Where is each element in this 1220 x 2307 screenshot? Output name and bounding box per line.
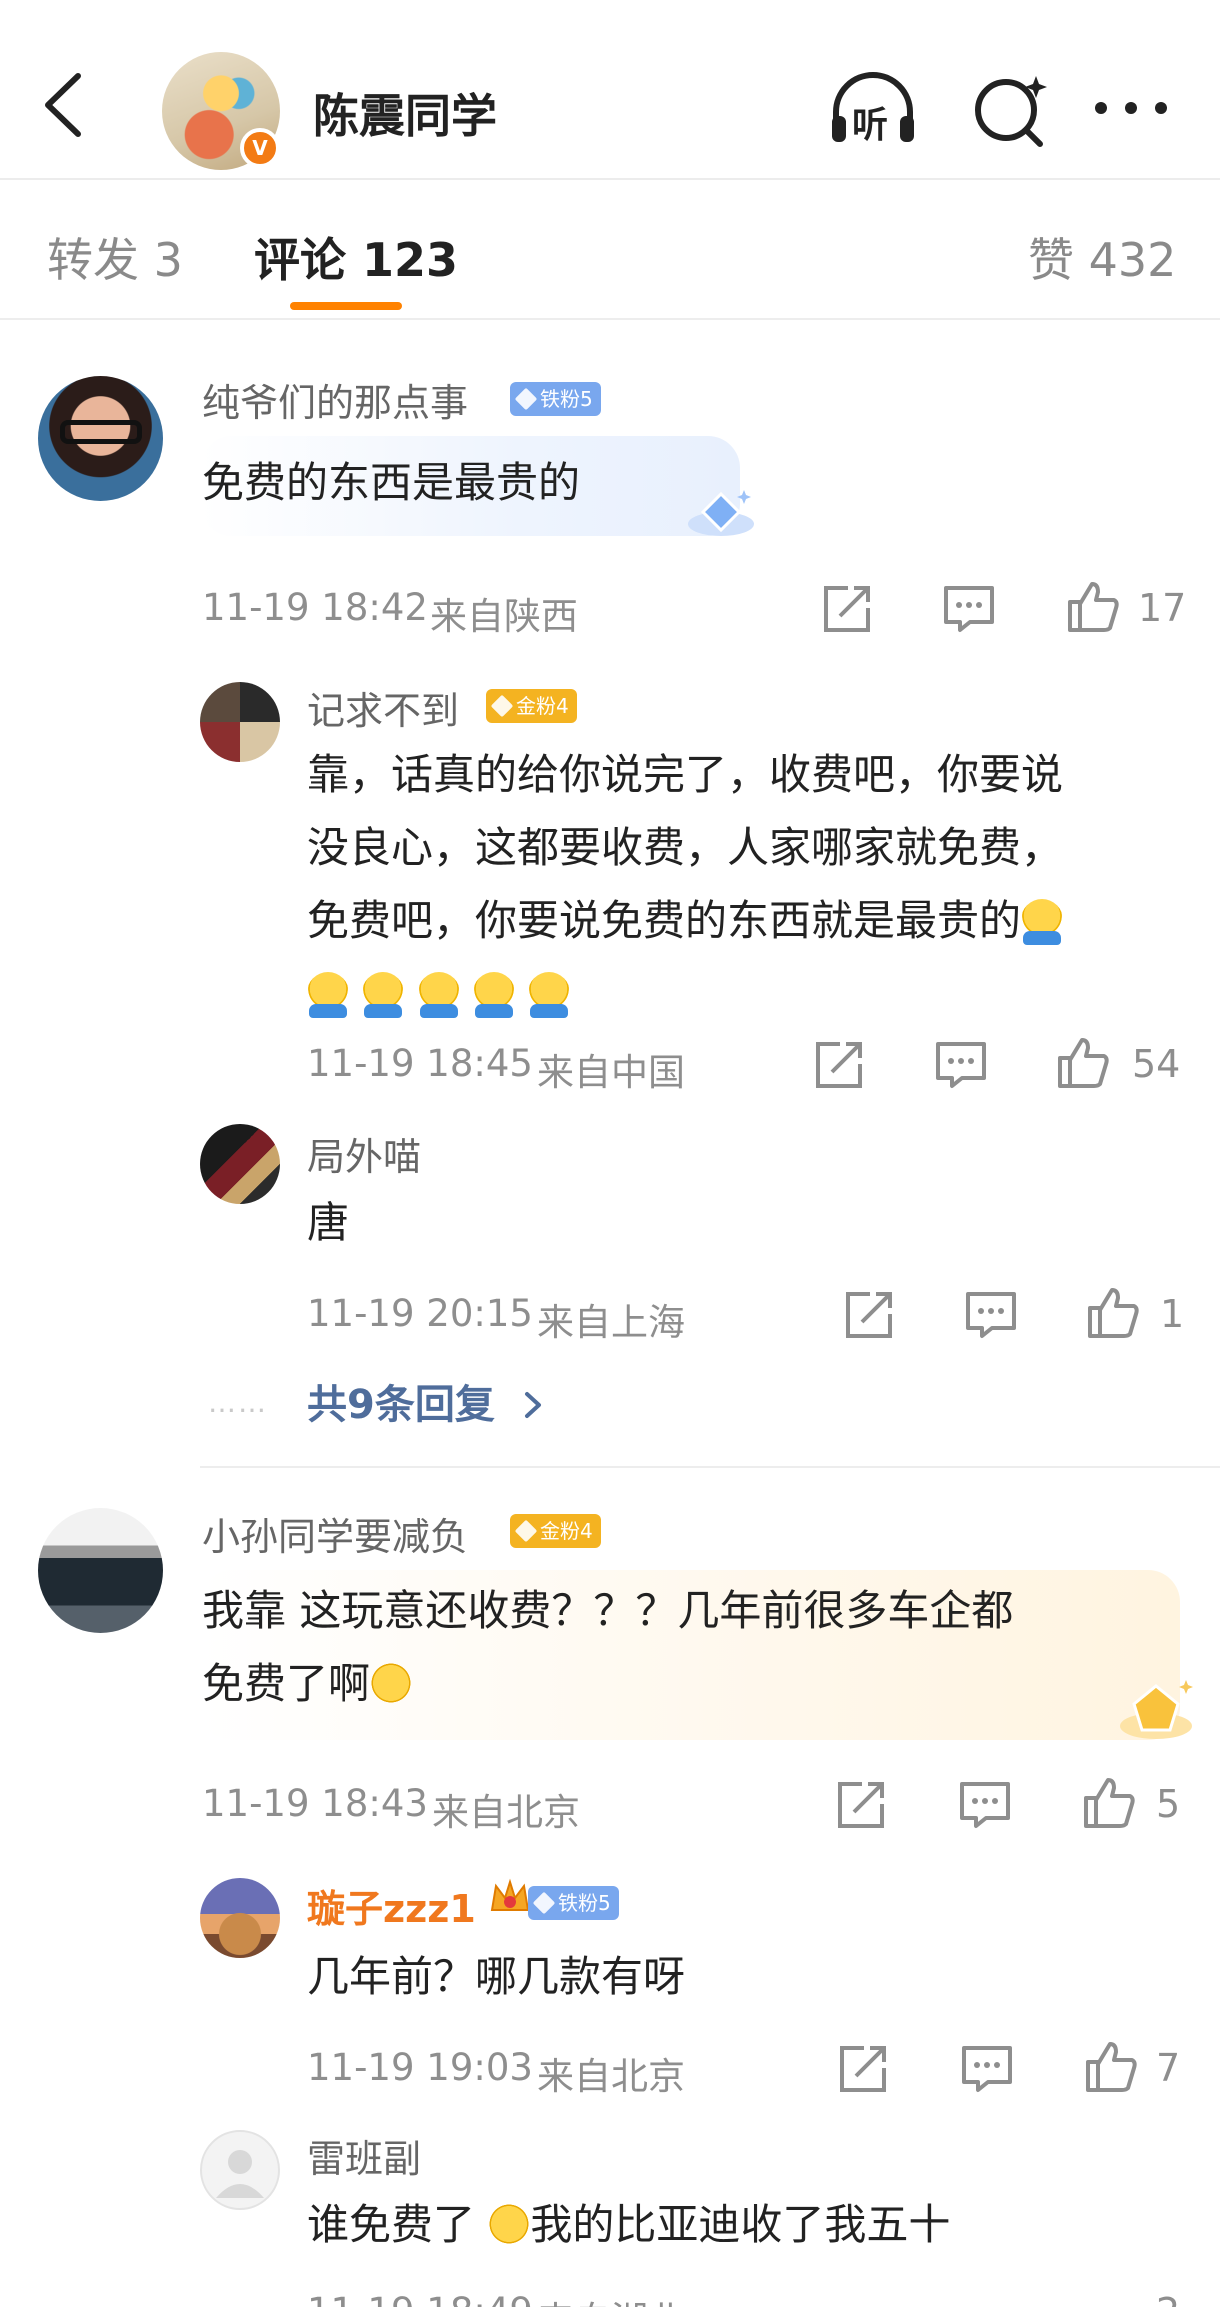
forward-icon[interactable]	[840, 1286, 898, 1344]
listen-label: 听	[852, 105, 889, 146]
like-icon[interactable]	[1082, 2038, 1140, 2096]
shrug-emoji-icon	[473, 972, 516, 1018]
shush-emoji-icon	[488, 2203, 531, 2245]
avatar[interactable]	[200, 1878, 280, 1958]
like-count: 17	[1138, 586, 1187, 630]
reply-text-segment: 谁免费了	[307, 2200, 489, 2249]
diamond-decoration-icon	[688, 490, 754, 536]
comment-icon[interactable]	[956, 1776, 1014, 1834]
shrug-emoji-icon	[417, 972, 460, 1018]
forward-icon[interactable]	[810, 1036, 868, 1094]
reply-time: 11-19 20:15	[307, 1292, 533, 1335]
reply-location: 来自中国	[537, 1051, 685, 1094]
shrug-emoji-icon	[307, 972, 349, 1018]
active-tab-indicator	[290, 302, 402, 310]
reply-text-line: 没良心，这都要收费，人家哪家就免费，	[307, 823, 1064, 872]
fan-level-badge: 金粉4	[510, 1514, 601, 1548]
reply-location: 来自湖北	[537, 2290, 685, 2307]
reply-username[interactable]: 记求不到	[307, 680, 459, 735]
tab-likes[interactable]: 赞 432	[1028, 224, 1176, 290]
comment-icon[interactable]	[958, 2040, 1016, 2098]
comment-username[interactable]: 纯爷们的那点事	[202, 372, 468, 427]
tab-reposts[interactable]: 转发 3	[47, 224, 183, 290]
comment-text: 免费的东西是最贵的	[202, 458, 581, 507]
comment-icon[interactable]	[940, 580, 998, 638]
default-user-icon	[216, 2150, 264, 2198]
reply-location: 来自北京	[537, 2055, 685, 2098]
comment-text-segment: 免费了啊	[202, 1659, 371, 1708]
shrug-emoji-icon	[528, 972, 571, 1018]
verified-badge-icon: V	[240, 128, 280, 168]
forward-icon[interactable]	[834, 2040, 892, 2098]
comment-icon[interactable]	[932, 1036, 990, 1094]
tab-bar: 转发 3 评论 123 赞 432	[0, 182, 1220, 320]
emoji-row	[307, 957, 571, 1030]
comment-location: 来自陕西	[430, 595, 578, 638]
reply-text: 谁免费了 我的比亚迪收了我五十	[307, 2188, 950, 2261]
like-count: 1	[1160, 1292, 1185, 1336]
reply-username[interactable]: 璇子zzz1	[307, 1878, 476, 1933]
reply-time: 11-19 18:49	[307, 2290, 533, 2307]
reply-username[interactable]: 雷班副	[307, 2128, 421, 2183]
comment-divider	[200, 1466, 1220, 1468]
comment-time: 11-19 18:42	[202, 586, 428, 629]
like-icon[interactable]	[1054, 1034, 1112, 1092]
like-count: 2	[1156, 2290, 1180, 2307]
comment-text-line: 我靠 这玩意还收费？？？几年前很多车企都	[202, 1586, 1014, 1635]
reply-text: 唐	[307, 1198, 350, 1247]
fan-level-badge: 铁粉5	[528, 1886, 619, 1920]
like-icon[interactable]	[1080, 1774, 1138, 1832]
crown-icon	[490, 1878, 530, 1911]
reply-text-segment: 免费吧，你要说免费的东西就是最贵的	[307, 896, 1022, 945]
crown-gem-decoration-icon	[1120, 1680, 1193, 1739]
avatar[interactable]	[38, 376, 163, 501]
reply-text-segment: 我的比亚迪收了我五十	[530, 2200, 951, 2249]
reply-time: 11-19 19:03	[307, 2046, 533, 2089]
shrug-emoji-icon	[362, 972, 405, 1018]
forward-icon[interactable]	[818, 580, 876, 638]
comment-icon[interactable]	[962, 1286, 1020, 1344]
avatar[interactable]	[200, 2130, 280, 2210]
like-icon[interactable]	[1084, 1284, 1142, 1342]
search-sparkle-icon[interactable]	[966, 72, 1056, 148]
comment-text-line: 免费了啊	[202, 1647, 413, 1720]
reply-location: 来自上海	[537, 1301, 685, 1344]
reply-text-line: 靠，话真的给你说完了，收费吧，你要说	[307, 750, 1064, 799]
reply-text: 几年前？哪几款有呀	[307, 1952, 686, 2001]
more-icon[interactable]	[1086, 72, 1176, 148]
forward-icon[interactable]	[832, 1776, 890, 1834]
reply-text-line: 免费吧，你要说免费的东西就是最贵的	[307, 884, 1064, 957]
comment-location: 来自北京	[432, 1791, 580, 1834]
like-count: 5	[1156, 1782, 1181, 1826]
replies-dots: ……	[208, 1386, 268, 1419]
fan-level-badge: 铁粉5	[510, 382, 601, 416]
like-count: 7	[1156, 2046, 1181, 2090]
back-arrow-icon[interactable]	[38, 70, 88, 140]
top-bar: V 陈震同学 听	[0, 0, 1220, 180]
chevron-right-icon	[524, 1392, 541, 1418]
tab-comments[interactable]: 评论 123	[254, 224, 458, 290]
comment-time: 11-19 18:43	[202, 1782, 428, 1825]
avatar[interactable]	[38, 1508, 163, 1633]
fan-level-badge: 金粉4	[486, 689, 577, 723]
listen-headphones-icon[interactable]: 听	[828, 72, 918, 148]
reply-username[interactable]: 局外喵	[307, 1126, 421, 1181]
avatar[interactable]	[200, 682, 280, 762]
laugh-cry-emoji-icon	[370, 1662, 413, 1704]
like-icon[interactable]	[1064, 578, 1122, 636]
avatar[interactable]	[200, 1124, 280, 1204]
view-all-replies-label: 共9条回复	[307, 1382, 495, 1428]
view-all-replies-link[interactable]: 共9条回复	[307, 1372, 549, 1430]
author-name[interactable]: 陈震同学	[313, 80, 497, 146]
reply-time: 11-19 18:45	[307, 1042, 533, 1085]
comment-username[interactable]: 小孙同学要减负	[202, 1506, 468, 1561]
shrug-emoji-icon	[1021, 899, 1064, 945]
like-count: 54	[1132, 1042, 1181, 1086]
